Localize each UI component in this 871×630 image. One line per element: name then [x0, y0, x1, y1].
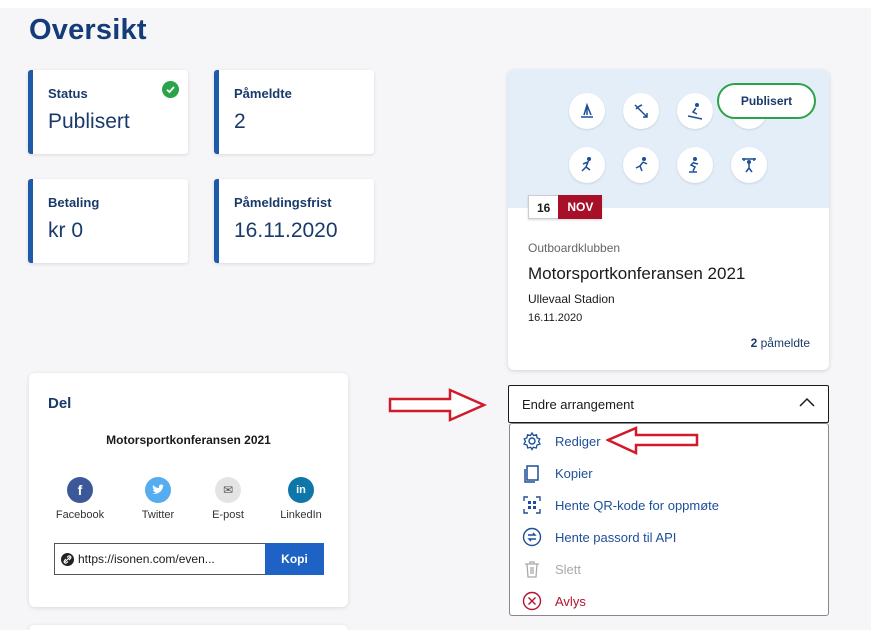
date-month: NOV — [558, 195, 603, 219]
menu-item-delete[interactable]: Slett — [510, 553, 828, 585]
status-value: Publisert — [48, 110, 130, 133]
skiing-icon — [677, 93, 713, 129]
twitter-icon — [145, 477, 171, 503]
dancing-icon — [623, 147, 659, 183]
next-card-edge — [29, 625, 348, 630]
signups-value: 2 — [234, 110, 246, 133]
signups-card: Påmeldte 2 — [214, 70, 374, 154]
copy-button[interactable]: Kopi — [265, 543, 324, 575]
event-banner: Publisert — [508, 70, 829, 208]
share-event-title: Motorsportkonferansen 2021 — [106, 433, 271, 447]
annotation-arrow-left — [606, 426, 699, 455]
share-heading: Del — [48, 395, 72, 412]
event-title[interactable]: Motorsportkonferansen 2021 — [528, 264, 745, 284]
payment-value: kr 0 — [48, 219, 84, 242]
chevron-up-icon — [799, 396, 815, 413]
skating-icon — [677, 147, 713, 183]
event-organizer: Outboardklubben — [528, 241, 621, 255]
share-facebook[interactable]: f Facebook — [45, 477, 115, 521]
event-signups[interactable]: 2 påmeldte — [751, 336, 810, 350]
status-card: Status Publisert — [28, 70, 188, 154]
share-link-field[interactable]: https://isonen.com/even... — [54, 543, 265, 575]
weightlifting-icon — [731, 147, 767, 183]
share-link-text: https://isonen.com/even... — [78, 552, 215, 566]
signups-label: Påmeldte — [234, 86, 292, 101]
dropdown-label: Endre arrangement — [522, 396, 635, 412]
facebook-icon: f — [67, 477, 93, 503]
event-date: 16.11.2020 — [528, 312, 583, 324]
check-icon — [162, 81, 179, 98]
linkedin-label: LinkedIn — [280, 509, 322, 521]
link-icon — [61, 552, 74, 566]
menu-item-copy[interactable]: Kopier — [510, 457, 828, 489]
menu-item-qr-label: Hente QR-kode for oppmøte — [555, 497, 720, 513]
sailing-icon — [569, 93, 605, 129]
date-badge: 16 NOV — [528, 195, 603, 219]
event-venue: Ullevaal Stadion — [528, 292, 615, 306]
signup-suffix: påmeldte — [757, 336, 810, 350]
menu-item-qr[interactable]: Hente QR-kode for oppmøte — [510, 489, 828, 521]
qr-icon — [522, 495, 542, 515]
menu-item-api-password-label: Hente passord til API — [555, 529, 677, 545]
edit-event-dropdown[interactable]: Endre arrangement — [508, 385, 829, 423]
payment-card: Betaling kr 0 — [28, 179, 188, 263]
facebook-label: Facebook — [55, 509, 105, 521]
menu-item-delete-label: Slett — [555, 561, 582, 577]
top-strip — [0, 0, 871, 8]
gear-icon — [522, 431, 542, 451]
date-day: 16 — [528, 195, 559, 219]
overview-page: Oversikt Status Publisert Påmeldte 2 Bet… — [0, 0, 871, 630]
archery-icon — [623, 93, 659, 129]
deadline-card: Påmeldingsfrist 16.11.2020 — [214, 179, 374, 263]
linkedin-icon: in — [288, 477, 314, 503]
share-twitter[interactable]: Twitter — [123, 477, 193, 521]
share-card: Del Motorsportkonferansen 2021 f Faceboo… — [29, 373, 348, 607]
share-email[interactable]: ✉ E-post — [193, 477, 263, 521]
deadline-value: 16.11.2020 — [234, 219, 338, 242]
email-label: E-post — [212, 509, 244, 521]
publish-button[interactable]: Publisert — [717, 83, 816, 119]
deadline-label: Påmeldingsfrist — [234, 195, 332, 210]
share-linkedin[interactable]: in LinkedIn — [266, 477, 336, 521]
event-card[interactable]: Publisert 16 NOV Outboardklubben Motorsp… — [508, 70, 829, 370]
menu-item-edit-label: Rediger — [555, 433, 601, 449]
menu-item-copy-label: Kopier — [555, 465, 593, 481]
cancel-icon — [522, 591, 542, 611]
menu-item-api-password[interactable]: Hente passord til API — [510, 521, 828, 553]
annotation-arrow-right — [388, 388, 488, 422]
sync-icon — [522, 527, 542, 547]
menu-item-cancel[interactable]: Avlys — [510, 585, 828, 617]
twitter-label: Twitter — [141, 509, 175, 521]
status-label: Status — [48, 86, 88, 101]
menu-item-cancel-label: Avlys — [555, 593, 586, 609]
payment-label: Betaling — [48, 195, 100, 210]
email-icon: ✉ — [215, 477, 241, 503]
trash-icon — [522, 559, 542, 579]
running-icon — [569, 147, 605, 183]
page-title: Oversikt — [29, 14, 147, 46]
copy-icon — [522, 463, 542, 483]
